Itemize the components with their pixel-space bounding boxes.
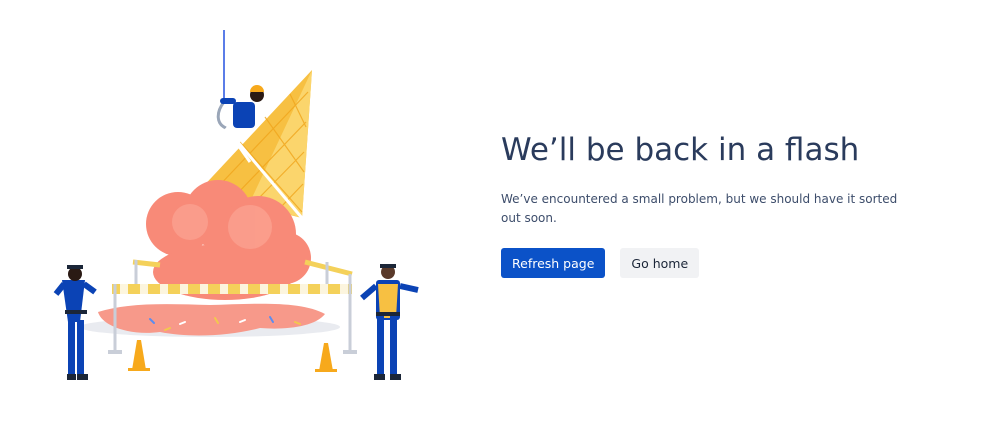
error-content: We’ll be back in a flash We’ve encounter… <box>501 128 921 278</box>
melted-ice-cream-illustration <box>53 30 419 380</box>
error-illustration <box>40 22 460 392</box>
error-message: We’ve encountered a small problem, but w… <box>501 192 898 225</box>
refresh-page-button[interactable]: Refresh page <box>501 248 606 278</box>
action-buttons: Refresh page Go home <box>501 248 921 278</box>
page-title: We’ll be back in a flash <box>501 132 860 168</box>
go-home-button[interactable]: Go home <box>620 248 700 278</box>
